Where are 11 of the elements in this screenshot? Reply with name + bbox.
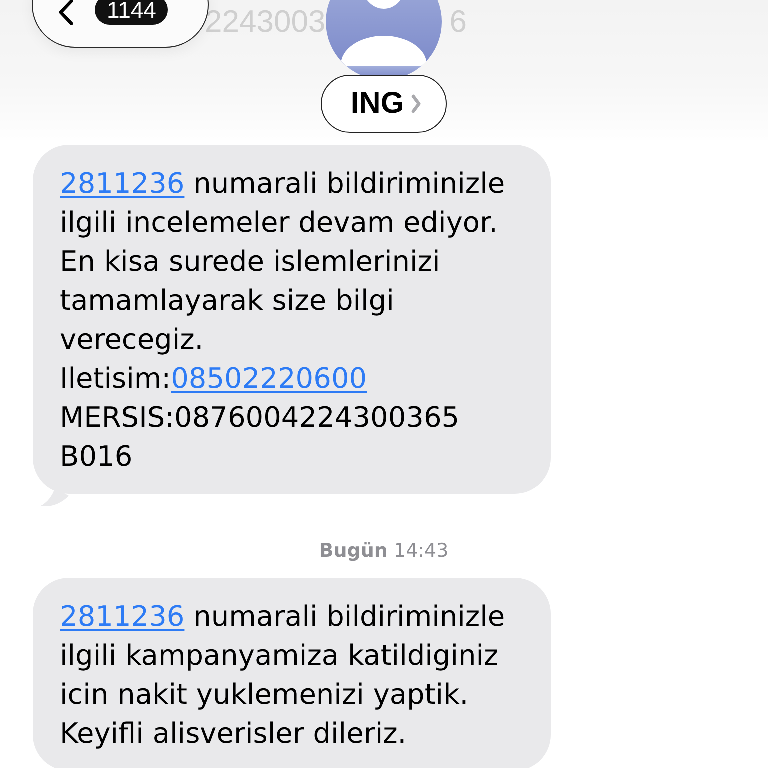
chevron-left-icon (57, 0, 75, 26)
link[interactable]: 2811236 (60, 600, 185, 633)
unread-count-badge: 1144 (95, 0, 168, 25)
timestamp: Bugün 14:43 (319, 540, 449, 562)
back-button[interactable]: 1144 (32, 0, 209, 48)
message-bubble: 2811236 numarali bildiriminizle ilgili kampanyamiza katildiginiz icin nakit yuklemenizi yaptik. Keyifli alisverisler dileriz. (33, 578, 551, 768)
message-bubble: 2811236 numarali bildiriminizle ilgili incelemeler devam ediyor. En kisa surede islemlerinizi tamamlayarak size bilgi verecegiz. Iletisim:08502220600 MERSIS:0876004224300365 B016 (33, 145, 551, 494)
link[interactable]: 08502220600 (171, 362, 368, 395)
chevron-right-icon (411, 94, 422, 114)
link[interactable]: 2811236 (60, 167, 185, 200)
contact-name-button[interactable]: ING (321, 75, 447, 133)
